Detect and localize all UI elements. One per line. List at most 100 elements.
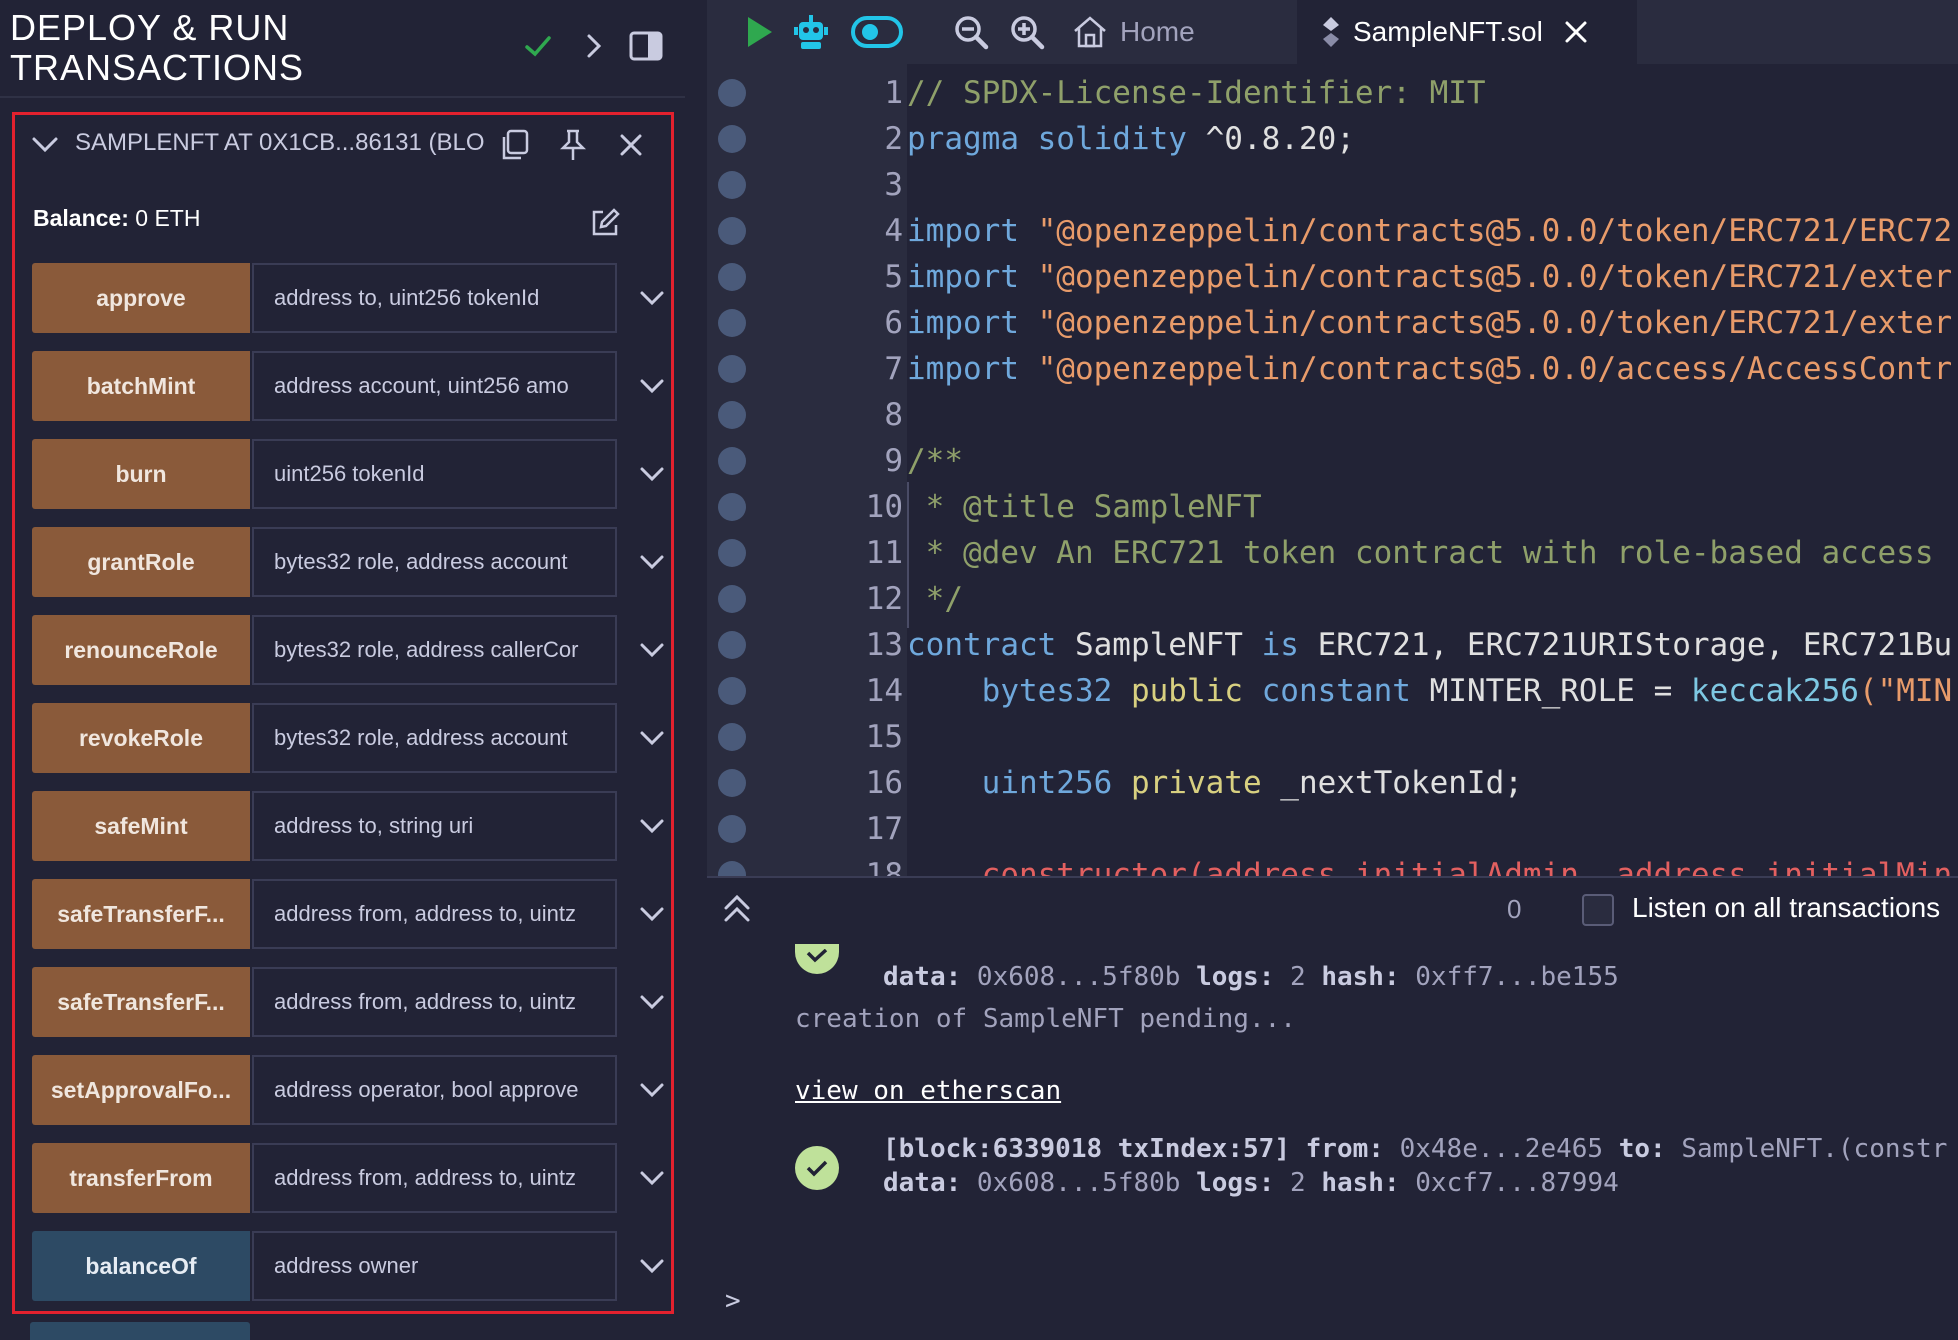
chevron-down-icon[interactable] xyxy=(632,630,672,670)
batchmint-button[interactable]: batchMint xyxy=(32,351,250,421)
breakpoint-dot[interactable] xyxy=(718,861,746,876)
safemint-button[interactable]: safeMint xyxy=(32,791,250,861)
line-number: 4 xyxy=(884,213,903,249)
setapprovalforall-params-input[interactable]: address operator, bool approve xyxy=(252,1055,617,1125)
breakpoint-dot[interactable] xyxy=(718,815,746,843)
code-line-13: contract SampleNFT is ERC721, ERC721URIS… xyxy=(907,622,1952,668)
code-line-11: * @dev An ERC721 token contract with rol… xyxy=(907,535,1934,571)
grantrole-params-input[interactable]: bytes32 role, address account xyxy=(252,527,617,597)
run-icon[interactable] xyxy=(735,8,783,56)
breakpoint-dot[interactable] xyxy=(718,217,746,245)
safemint-params-input[interactable]: address to, string uri xyxy=(252,791,617,861)
breakpoint-dot[interactable] xyxy=(718,401,746,429)
grantrole-button[interactable]: grantRole xyxy=(32,527,250,597)
function-row-renouncerole: renounceRole bytes32 role, address calle… xyxy=(32,615,667,685)
function-row-safetransferfrom-data: safeTransferF... address from, address t… xyxy=(32,967,667,1037)
breakpoint-dot[interactable] xyxy=(718,493,746,521)
breakpoint-dot[interactable] xyxy=(718,723,746,751)
robot-icon[interactable] xyxy=(787,8,835,56)
safetransferfrom-button[interactable]: safeTransferF... xyxy=(32,879,250,949)
terminal-prompt[interactable]: > xyxy=(725,1286,741,1316)
breakpoint-dot[interactable] xyxy=(718,677,746,705)
tx-key: logs: xyxy=(1196,962,1275,992)
file-tab-label: SampleNFT.sol xyxy=(1353,16,1543,47)
revokerole-params-input[interactable]: bytes32 role, address account xyxy=(252,703,617,773)
breakpoint-dot[interactable] xyxy=(718,263,746,291)
chevron-down-icon[interactable] xyxy=(632,982,672,1022)
safetransferfrom-params-input[interactable]: address from, address to, uintz xyxy=(252,879,617,949)
tx-value: 0xff7...be155 xyxy=(1399,962,1619,992)
breakpoint-dot[interactable] xyxy=(718,539,746,567)
check-icon[interactable] xyxy=(518,26,558,66)
renouncerole-params-input[interactable]: bytes32 role, address callerCor xyxy=(252,615,617,685)
breakpoint-dot[interactable] xyxy=(718,585,746,613)
burn-button[interactable]: burn xyxy=(32,439,250,509)
chevron-down-icon[interactable] xyxy=(632,894,672,934)
copy-icon[interactable] xyxy=(495,125,535,165)
breakpoint-dot[interactable] xyxy=(718,631,746,659)
balanceof-params-input[interactable]: address owner xyxy=(252,1231,617,1301)
panel-toggle-icon[interactable] xyxy=(626,26,666,66)
renouncerole-button[interactable]: renounceRole xyxy=(32,615,250,685)
code-line-7: import "@openzeppelin/contracts@5.0.0/ac… xyxy=(907,346,1952,392)
expand-up-icon[interactable] xyxy=(721,892,753,930)
edit-icon[interactable] xyxy=(585,203,625,243)
zoom-in-icon[interactable] xyxy=(1003,8,1051,56)
breakpoint-dot[interactable] xyxy=(718,79,746,107)
breakpoint-dot[interactable] xyxy=(718,125,746,153)
chevron-down-icon[interactable] xyxy=(632,1070,672,1110)
next-function-button[interactable] xyxy=(30,1322,250,1340)
chevron-down-icon[interactable] xyxy=(632,366,672,406)
listen-all-checkbox[interactable] xyxy=(1582,894,1614,926)
deploy-run-panel: DEPLOY & RUN TRANSACTIONS SAMPLENFT AT 0… xyxy=(0,0,685,1340)
zoom-out-icon[interactable] xyxy=(947,8,995,56)
chevron-down-icon[interactable] xyxy=(632,806,672,846)
close-icon[interactable] xyxy=(611,125,651,165)
toggle-icon[interactable] xyxy=(847,8,907,56)
code-token: MINTER_ROLE = xyxy=(1410,673,1691,709)
breakpoint-dot[interactable] xyxy=(718,309,746,337)
breakpoint-gutter[interactable] xyxy=(707,64,757,876)
terminal-header: 0 Listen on all transactions xyxy=(707,878,1958,942)
pin-icon[interactable] xyxy=(553,125,593,165)
code-editor[interactable]: 1 2 3 4 5 6 7 8 9 10 11 12 13 14 15 16 17 18 // SPDX-Lice… xyxy=(707,64,1958,876)
chevron-down-icon[interactable] xyxy=(632,718,672,758)
panel-title: DEPLOY & RUN TRANSACTIONS xyxy=(10,7,305,88)
tx-value: 2 xyxy=(1274,1168,1322,1198)
close-icon[interactable] xyxy=(1563,19,1589,45)
safetransferfrom-data-button[interactable]: safeTransferF... xyxy=(32,967,250,1037)
breakpoint-dot[interactable] xyxy=(718,171,746,199)
chevron-down-icon[interactable] xyxy=(632,1246,672,1286)
tx-entry-2-header: [block:6339018 txIndex:57] from: 0x48e..… xyxy=(883,1134,1947,1164)
code-line-1: // SPDX-License-Identifier: MIT xyxy=(907,75,1486,111)
breakpoint-dot[interactable] xyxy=(718,355,746,383)
chevron-down-icon[interactable] xyxy=(632,542,672,582)
breakpoint-dot[interactable] xyxy=(718,769,746,797)
approve-params-input[interactable]: address to, uint256 tokenId xyxy=(252,263,617,333)
line-number: 3 xyxy=(884,167,903,203)
revokerole-button[interactable]: revokeRole xyxy=(32,703,250,773)
tx-key: data: xyxy=(883,962,962,992)
chevron-down-icon[interactable] xyxy=(632,1158,672,1198)
instance-header: SAMPLENFT AT 0X1CB...86131 (BLO xyxy=(15,115,671,175)
setapprovalforall-button[interactable]: setApprovalFo... xyxy=(32,1055,250,1125)
transferfrom-button[interactable]: transferFrom xyxy=(32,1143,250,1213)
transferfrom-params-input[interactable]: address from, address to, uintz xyxy=(252,1143,617,1213)
chevron-down-icon[interactable] xyxy=(25,125,65,165)
balanceof-button[interactable]: balanceOf xyxy=(32,1231,250,1301)
burn-params-input[interactable]: uint256 tokenId xyxy=(252,439,617,509)
home-tab[interactable]: Home xyxy=(1072,0,1272,64)
safetransferfrom-data-params-input[interactable]: address from, address to, uintz xyxy=(252,967,617,1037)
code-token: ("MIN xyxy=(1858,673,1953,709)
tx-key: hash: xyxy=(1321,1168,1400,1198)
chevron-down-icon[interactable] xyxy=(632,278,672,318)
file-tab-samplenft[interactable]: SampleNFT.sol xyxy=(1297,0,1637,64)
chevron-down-icon[interactable] xyxy=(632,454,672,494)
breakpoint-dot[interactable] xyxy=(718,447,746,475)
view-on-etherscan-link[interactable]: view on etherscan xyxy=(795,1076,1061,1106)
chevron-right-icon[interactable] xyxy=(574,26,614,66)
batchmint-params-input[interactable]: address account, uint256 amo xyxy=(252,351,617,421)
tx-key: from: xyxy=(1290,1134,1384,1164)
approve-button[interactable]: approve xyxy=(32,263,250,333)
code-token: import xyxy=(907,259,1019,295)
